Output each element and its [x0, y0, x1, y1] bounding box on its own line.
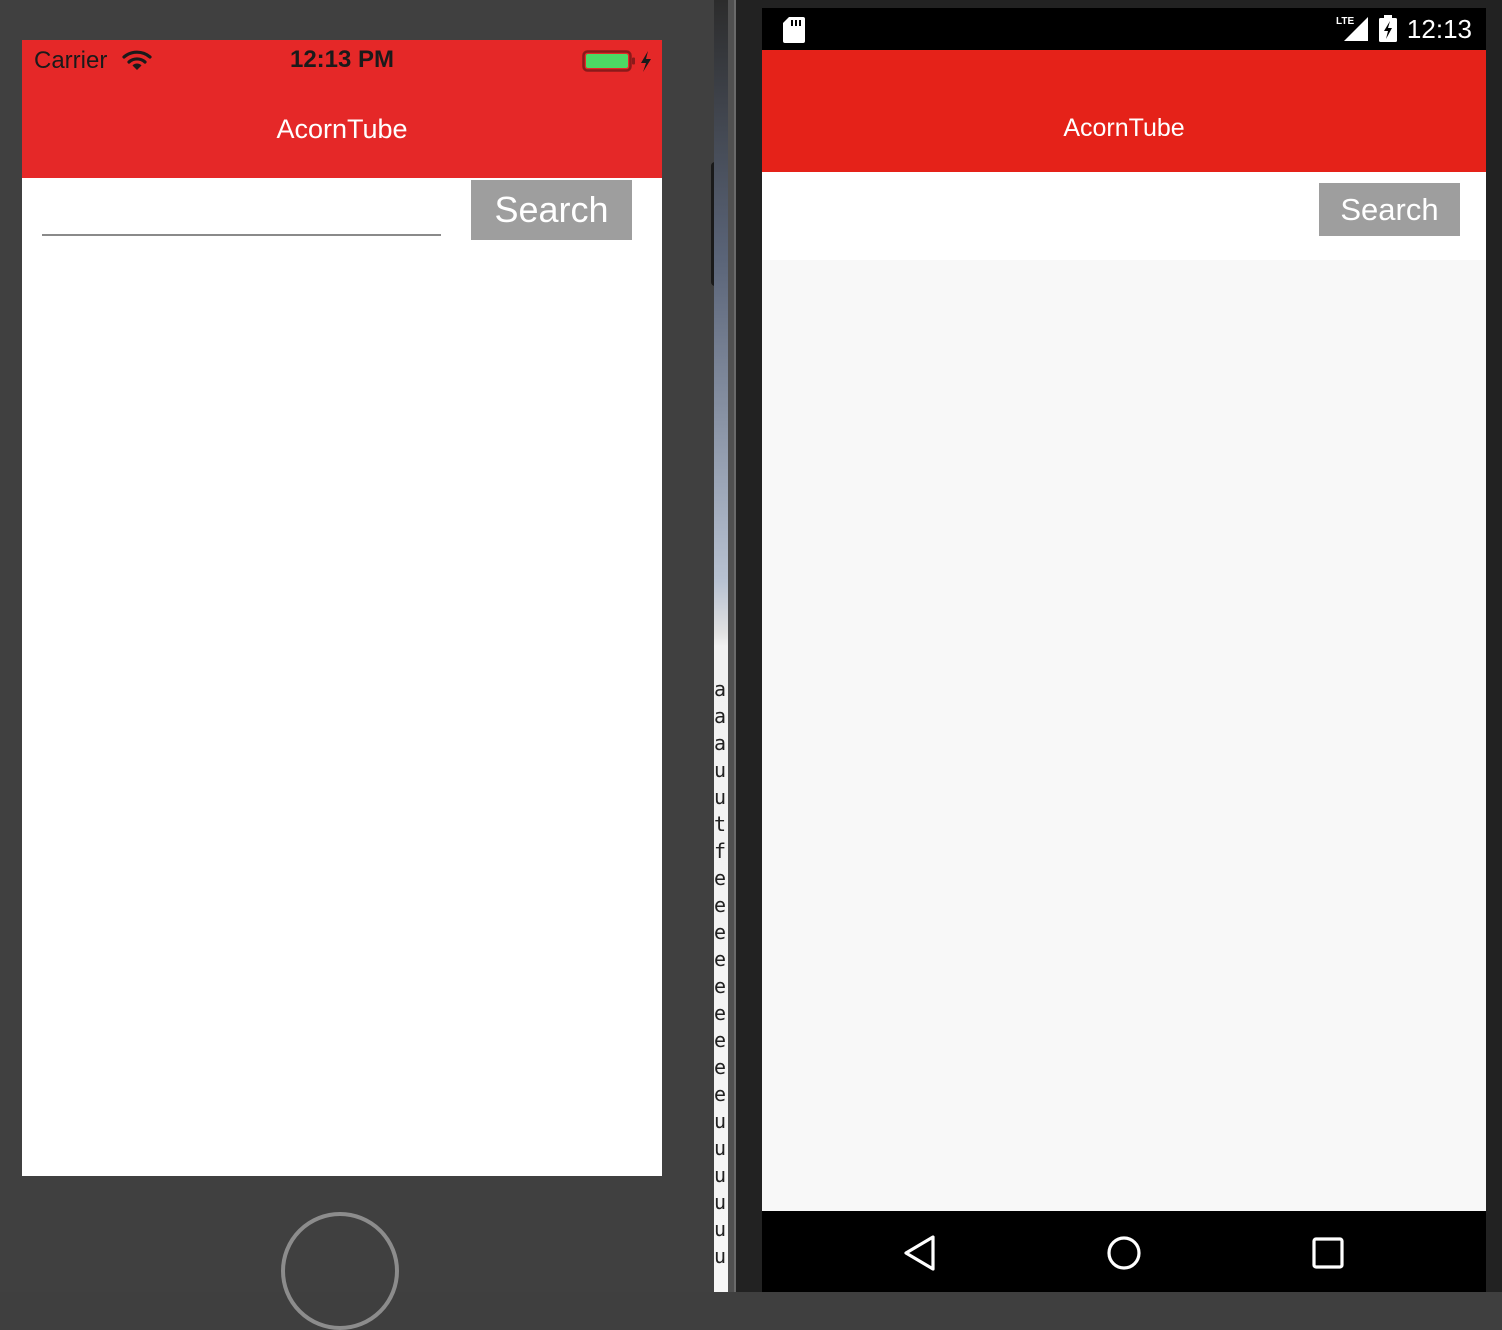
android-screen: LTE 12:13 AcornTube Search [762, 8, 1486, 1292]
ios-search-button[interactable]: Search [471, 180, 632, 240]
android-status-bar: LTE 12:13 [762, 8, 1486, 50]
ios-navigation-bar: Carrier 12:13 PM AcornTube [22, 40, 662, 178]
lte-signal-icon: LTE [1336, 15, 1370, 48]
svg-text:LTE: LTE [1336, 16, 1354, 27]
home-button[interactable] [281, 1212, 399, 1330]
recents-icon[interactable] [1306, 1231, 1350, 1275]
ios-status-time: 12:13 PM [289, 46, 395, 73]
home-icon[interactable] [1102, 1231, 1146, 1275]
underlying-window-strip: a a a u u t f e e e e e e e e e u u u u … [714, 0, 728, 1292]
ios-screen: Carrier 12:13 PM AcornTube Search [22, 40, 662, 1176]
underlying-text-fragment: a a a u u t f e e e e e e e e e u u u u … [714, 677, 727, 1268]
battery-charging-icon [582, 50, 654, 79]
battery-charging-icon [1378, 15, 1398, 48]
android-page-title: AcornTube [1063, 114, 1185, 142]
android-search-input[interactable] [778, 188, 1298, 240]
ios-simulator-frame: Carrier 12:13 PM AcornTube Search [0, 0, 714, 1330]
android-toolbar: AcornTube [762, 50, 1486, 172]
ios-page-title: AcornTube [276, 114, 408, 144]
back-icon[interactable] [898, 1231, 942, 1275]
ios-search-input[interactable] [42, 190, 441, 236]
android-search-button[interactable]: Search [1319, 183, 1460, 236]
android-navigation-bar [762, 1211, 1486, 1292]
ios-status-bar: Carrier 12:13 PM [22, 40, 662, 82]
android-content-area: Search [762, 172, 1486, 1211]
android-search-bar: Search [762, 172, 1486, 260]
android-status-time: 12:13 [1406, 14, 1472, 44]
sd-card-icon [782, 16, 806, 49]
